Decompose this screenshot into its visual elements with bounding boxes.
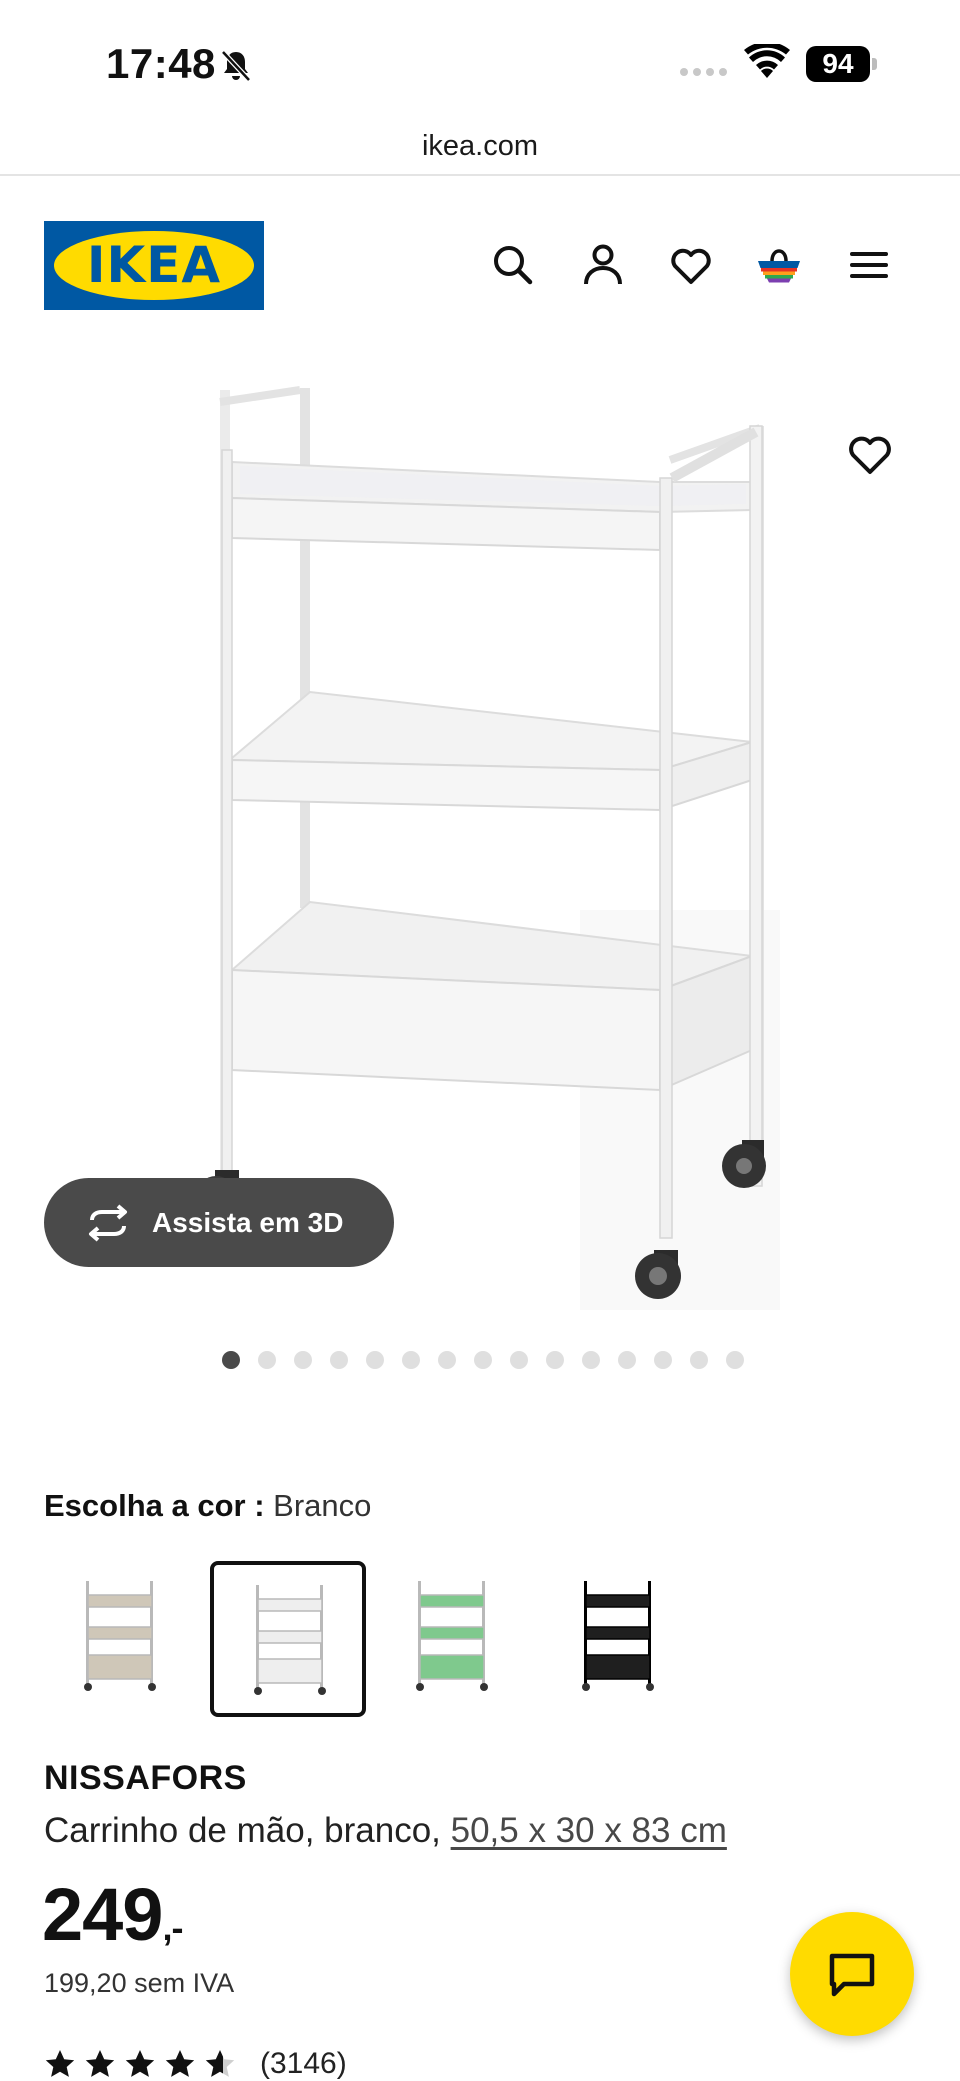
- price-without-vat: 199,20 sem IVA: [44, 1968, 235, 1998]
- carousel-dot[interactable]: [510, 1351, 528, 1369]
- carousel-dot[interactable]: [366, 1351, 384, 1369]
- view-3d-label: Assista em 3D: [152, 1207, 344, 1238]
- star-icon: [165, 2050, 195, 2077]
- carousel-dot[interactable]: [582, 1351, 600, 1369]
- carousel-dot[interactable]: [402, 1351, 420, 1369]
- product-image[interactable]: [160, 370, 780, 1310]
- battery-level: 94: [806, 46, 870, 82]
- color-selector-label: Escolha a cor : Branco: [44, 1488, 371, 1524]
- status-bar: 17:48 94: [0, 0, 960, 120]
- favorite-heart-icon[interactable]: [846, 432, 894, 476]
- star-icon: [85, 2050, 115, 2077]
- product-price: 249,-: [42, 1872, 183, 1957]
- product-name: NISSAFORS: [44, 1759, 247, 1797]
- rating-stars: [44, 2048, 244, 2080]
- carousel-dot[interactable]: [258, 1351, 276, 1369]
- bell-slash-icon: [221, 50, 251, 82]
- color-swatch-thumbnail: [84, 1581, 156, 1691]
- color-swatch-thumbnail: [254, 1585, 326, 1695]
- carousel-dot[interactable]: [222, 1351, 240, 1369]
- search-icon[interactable]: [490, 242, 536, 288]
- carousel-dot[interactable]: [546, 1351, 564, 1369]
- carousel-dot[interactable]: [618, 1351, 636, 1369]
- product-type: Carrinho de mão, branco,: [44, 1811, 451, 1850]
- product-description: Carrinho de mão, branco, 50,5 x 30 x 83 …: [44, 1811, 727, 1851]
- wishlist-icon[interactable]: [668, 242, 714, 288]
- view-3d-button[interactable]: Assista em 3D: [44, 1178, 394, 1267]
- color-selected-value: Branco: [273, 1488, 372, 1523]
- color-swatch[interactable]: [542, 1561, 698, 1717]
- color-swatch[interactable]: [44, 1561, 200, 1717]
- star-icon: [205, 2050, 235, 2077]
- battery-icon: 94: [806, 46, 877, 82]
- price-value: 249: [42, 1873, 163, 1956]
- carousel-dot[interactable]: [294, 1351, 312, 1369]
- price-suffix: ,-: [162, 1907, 183, 1948]
- chat-icon: [829, 1953, 875, 1997]
- product-dimensions-link[interactable]: 50,5 x 30 x 83 cm: [451, 1811, 727, 1850]
- carousel-dot[interactable]: [474, 1351, 492, 1369]
- account-icon[interactable]: [580, 242, 626, 288]
- color-swatch-thumbnail: [582, 1581, 654, 1691]
- color-label: Escolha a cor :: [44, 1488, 265, 1523]
- carousel-dot[interactable]: [726, 1351, 744, 1369]
- color-swatch[interactable]: [210, 1561, 366, 1717]
- wifi-icon: [744, 44, 790, 78]
- ikea-logo[interactable]: IKEA: [44, 221, 264, 310]
- basket-icon[interactable]: [756, 242, 802, 288]
- carousel-dot[interactable]: [330, 1351, 348, 1369]
- color-swatch-thumbnail: [416, 1581, 488, 1691]
- image-carousel-dots: [222, 1351, 744, 1371]
- carousel-dot[interactable]: [690, 1351, 708, 1369]
- status-time: 17:48: [106, 40, 216, 87]
- color-swatch[interactable]: [376, 1561, 532, 1717]
- chat-button[interactable]: [790, 1912, 914, 2036]
- menu-icon[interactable]: [846, 242, 892, 288]
- signal-icon: [680, 68, 727, 76]
- rating-count: (3146): [260, 2047, 347, 2080]
- rotate-3d-icon: [89, 1204, 127, 1242]
- product-rating[interactable]: (3146): [44, 2044, 347, 2081]
- carousel-dot[interactable]: [438, 1351, 456, 1369]
- carousel-dot[interactable]: [654, 1351, 672, 1369]
- logo-text: IKEA: [86, 236, 222, 294]
- url-bar[interactable]: ikea.com: [0, 120, 960, 176]
- star-icon: [45, 2050, 75, 2077]
- star-icon: [125, 2050, 155, 2077]
